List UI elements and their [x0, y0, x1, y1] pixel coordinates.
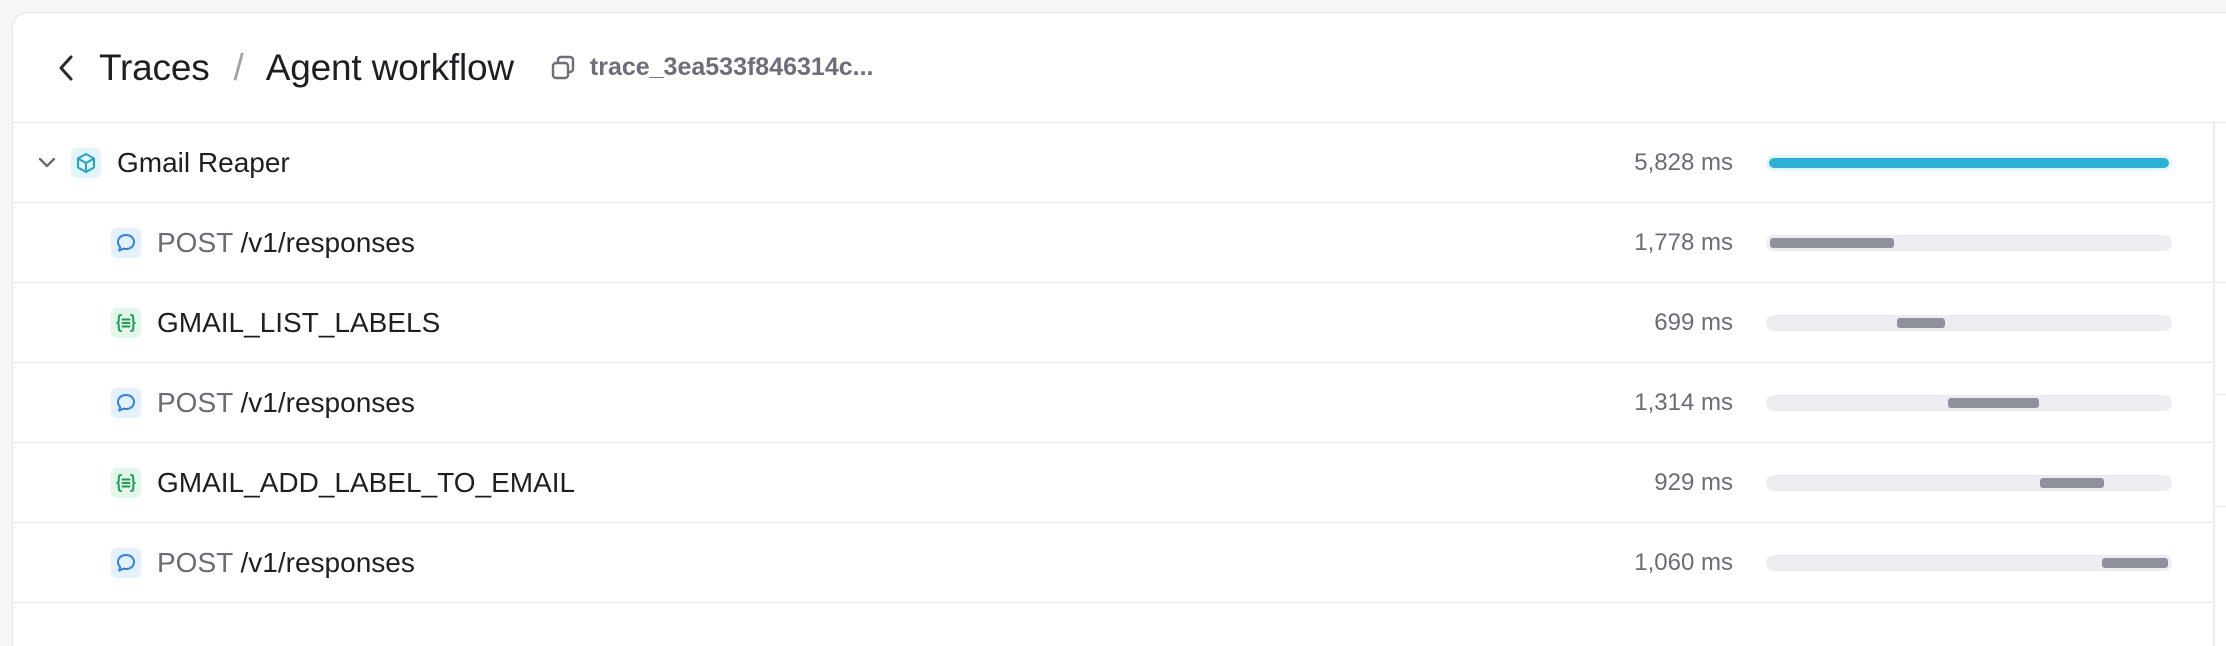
panel-divider-tick [2215, 506, 2226, 507]
span-name: /v1/responses [240, 386, 415, 418]
function-braces-icon [111, 307, 141, 338]
span-name: GMAIL_LIST_LABELS [157, 306, 441, 338]
timeline-track [1766, 154, 2172, 171]
http-method: POST [157, 226, 233, 258]
breadcrumb-traces-link[interactable]: Traces [99, 47, 210, 89]
back-button[interactable] [49, 50, 85, 86]
span-row[interactable]: POST /v1/responses 1,778 ms [13, 203, 2213, 283]
span-list: Gmail Reaper 5,828 ms POST /v1/responses 1,… [13, 123, 2213, 603]
chat-bubble-icon [111, 227, 141, 258]
trace-panel: Traces / Agent workflow trace_3ea533f846… [12, 12, 2226, 646]
function-braces-icon [111, 467, 141, 498]
span-row-root[interactable]: Gmail Reaper 5,828 ms [13, 123, 2213, 203]
span-label: GMAIL_LIST_LABELS [157, 307, 440, 339]
cube-icon [71, 147, 101, 178]
timeline-track [1766, 314, 2172, 331]
timeline-bar-root [1769, 157, 2169, 168]
timeline-track [1766, 554, 2172, 571]
panel-divider-tick [2215, 282, 2226, 283]
trace-id-copy[interactable]: trace_3ea533f846314c... [548, 53, 874, 83]
span-duration: 5,828 ms [1634, 148, 1733, 176]
span-label: POST /v1/responses [157, 547, 415, 579]
chat-bubble-icon [111, 547, 141, 578]
trace-id-text: trace_3ea533f846314c... [589, 53, 874, 81]
span-duration: 1,060 ms [1634, 548, 1733, 576]
trace-header: Traces / Agent workflow trace_3ea533f846… [13, 13, 2226, 123]
chevron-left-icon [59, 55, 73, 80]
span-label: POST /v1/responses [157, 387, 415, 419]
timeline-bar [2102, 557, 2168, 568]
timeline-track [1766, 394, 2172, 411]
page-title: Agent workflow [265, 46, 514, 88]
panel-divider [2213, 123, 2215, 646]
span-row[interactable]: GMAIL_ADD_LABEL_TO_EMAIL 929 ms [13, 443, 2213, 523]
span-label: Gmail Reaper [117, 147, 290, 179]
span-duration: 699 ms [1654, 308, 1733, 336]
span-duration: 1,314 ms [1634, 388, 1733, 416]
timeline-track [1766, 234, 2172, 251]
panel-divider-tick [2215, 394, 2226, 395]
span-row[interactable]: POST /v1/responses 1,314 ms [13, 363, 2213, 443]
span-row[interactable]: GMAIL_LIST_LABELS 699 ms [13, 283, 2213, 363]
http-method: POST [157, 386, 233, 418]
span-label: POST /v1/responses [157, 227, 415, 259]
span-name: Gmail Reaper [117, 146, 290, 178]
span-label: GMAIL_ADD_LABEL_TO_EMAIL [157, 467, 575, 499]
timeline-bar [1896, 317, 1946, 328]
chat-bubble-icon [111, 387, 141, 418]
http-method: POST [157, 546, 233, 578]
timeline-bar [1947, 397, 2040, 408]
timeline-bar [2039, 477, 2105, 488]
copy-icon[interactable] [548, 53, 578, 83]
span-duration: 1,778 ms [1634, 228, 1733, 256]
span-name: /v1/responses [240, 226, 415, 258]
timeline-bar [1770, 237, 1894, 248]
span-row[interactable]: POST /v1/responses 1,060 ms [13, 523, 2213, 603]
chevron-down-icon[interactable] [35, 151, 59, 175]
span-name: /v1/responses [240, 546, 415, 578]
timeline-track [1766, 474, 2172, 491]
span-duration: 929 ms [1654, 468, 1733, 496]
span-name: GMAIL_ADD_LABEL_TO_EMAIL [157, 466, 576, 498]
breadcrumb-separator: / [233, 46, 244, 88]
